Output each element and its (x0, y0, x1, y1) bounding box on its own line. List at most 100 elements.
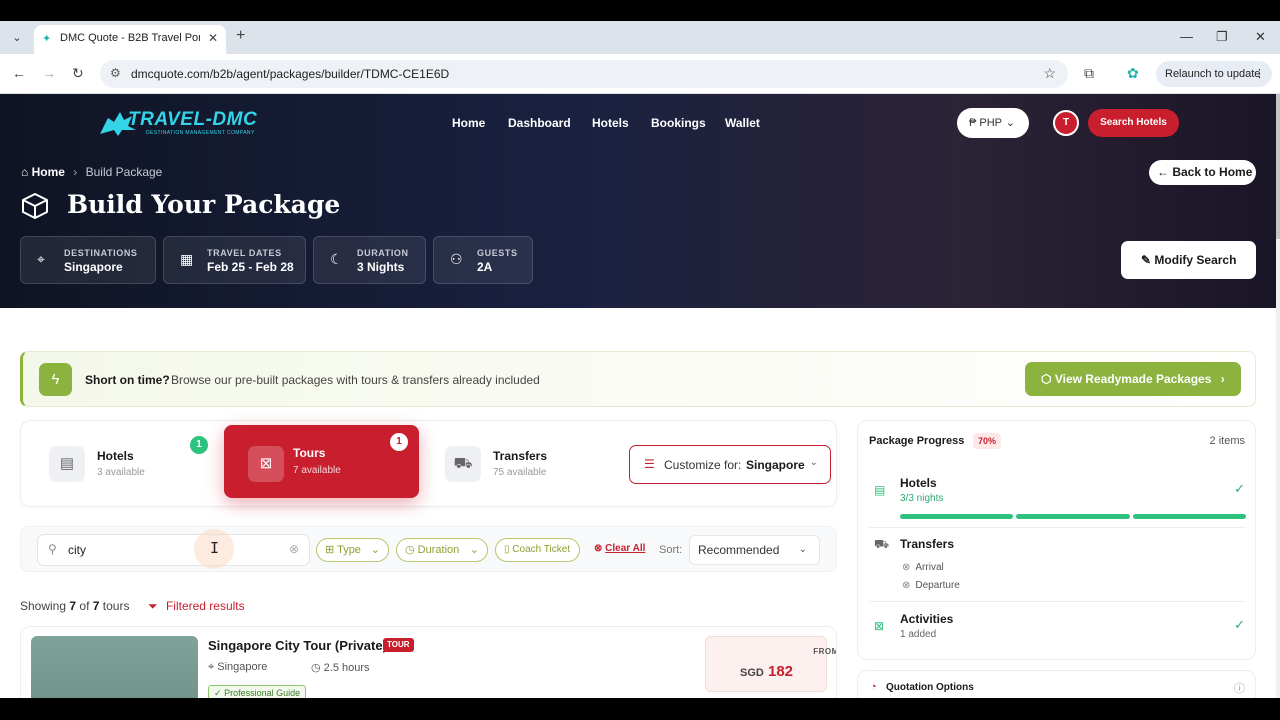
page-title: Build Your Package (67, 190, 341, 219)
extensions-puzzle-icon[interactable]: ⧉ (1084, 65, 1094, 82)
tour-type-badge: TOUR (383, 638, 414, 652)
chevron-down-icon: ⌄ (1005, 117, 1015, 129)
bookmark-star-icon[interactable]: ☆ (1043, 65, 1056, 82)
tour-duration-text: 2.5 hours (323, 662, 370, 674)
price-currency: SGD (740, 667, 764, 679)
tour-location: ⌖ Singapore (208, 661, 267, 674)
check-circle-icon: ✓ (1234, 617, 1245, 632)
window-close-icon[interactable]: ✕ (1255, 29, 1266, 45)
ticket-icon: ▯ (504, 544, 510, 555)
filtered-results-indicator: ⏷ Filtered results (148, 599, 245, 614)
clear-all-button[interactable]: ⊗ Clear All (594, 543, 645, 554)
extension-icon[interactable]: ✿ (1127, 65, 1139, 82)
chip-value: 3 Nights (357, 260, 405, 274)
clear-all-label: Clear All (605, 543, 646, 554)
package-icon: ⬡ (1041, 372, 1052, 386)
user-avatar[interactable]: T (1053, 110, 1079, 136)
category-tours[interactable]: ⊠ Tours 7 available 1 (224, 425, 419, 498)
nav-hotels[interactable]: Hotels (592, 116, 629, 130)
pencil-icon: ✎ (1141, 253, 1152, 267)
total-count: 7 (92, 599, 100, 613)
tour-name[interactable]: Singapore City Tour (Private) (208, 638, 387, 653)
of-text: of (79, 599, 90, 613)
browser-menu-icon[interactable]: ⋮ (1254, 61, 1265, 87)
page-scrollbar-thumb[interactable] (1276, 94, 1280, 239)
clear-search-icon[interactable]: ⊗ (289, 542, 299, 556)
empty-circle-icon: ⊗ (902, 562, 911, 573)
nav-bookings[interactable]: Bookings (651, 116, 706, 130)
destination-chip: ⌖ DESTINATIONS Singapore (20, 236, 156, 284)
chevron-down-icon: ⌄ (469, 544, 479, 556)
location-pin-icon: ⌖ (208, 661, 215, 673)
divider (869, 601, 1246, 602)
new-tab-icon[interactable]: + (236, 27, 245, 45)
sort-select[interactable]: Recommended ⌄ (689, 535, 820, 565)
progress-items-count: 2 items (1209, 435, 1245, 447)
transfer-departure: ⊗ Departure (902, 580, 960, 591)
chevron-down-icon: ⌄ (798, 544, 807, 555)
restore-icon[interactable]: ❐ (1216, 29, 1228, 45)
duration-filter[interactable]: ◷ Duration ⌄ (396, 538, 488, 562)
customize-value: Singapore (746, 458, 805, 472)
hotel-building-icon: ▤ (49, 446, 85, 482)
tab-search-icon[interactable]: ⌄ (8, 29, 26, 47)
text-cursor-icon: I (210, 539, 220, 557)
browser-tabstrip: ⌄ ✦ DMC Quote - B2B Travel Portal ✕ + — … (0, 21, 1280, 54)
site-info-icon[interactable]: ⚙ (110, 66, 121, 80)
duration-chip: ☾ DURATION 3 Nights (313, 236, 426, 284)
customize-for-selector[interactable]: ☰ Customize for: Singapore ⌄ (629, 445, 831, 484)
coach-ticket-filter[interactable]: ▯ Coach Ticket (495, 538, 580, 562)
readymade-banner: ϟ Short on time? Browse our pre-built pa… (20, 351, 1256, 407)
breadcrumb-current: Build Package (85, 165, 163, 179)
hero-header: TRAVEL-DMC DESTINATION MANAGEMENT COMPAN… (0, 94, 1276, 308)
progress-percent-badge: 70% (973, 433, 1002, 449)
category-hotels[interactable]: ▤ Hotels 3 available 1 (25, 425, 221, 498)
transfer-arrival: ⊗ Arrival (902, 562, 944, 573)
currency-selector[interactable]: ₱ PHP ⌄ (957, 108, 1029, 138)
tour-duration: ◷ 2.5 hours (311, 661, 370, 674)
sliders-icon: ☰ (644, 457, 655, 471)
results-suffix: tours (102, 599, 130, 613)
showing-prefix: Showing (20, 599, 67, 613)
results-count: Showing 7 of 7 tours (20, 599, 129, 613)
hotel-progress-segment (900, 514, 1014, 519)
chip-value: Feb 25 - Feb 28 (207, 260, 294, 274)
logo-text: TRAVEL-DMC (128, 109, 258, 130)
address-bar[interactable]: ⚙ dmcquote.com/b2b/agent/packages/builde… (100, 60, 1068, 88)
lightning-icon: ϟ (39, 363, 72, 396)
modify-search-button[interactable]: ✎ Modify Search (1121, 241, 1256, 279)
category-name: Hotels (97, 449, 134, 463)
forward-arrow-icon[interactable]: → (42, 65, 56, 81)
nav-dashboard[interactable]: Dashboard (508, 116, 571, 130)
tour-search-box[interactable]: ⚲ ⊗ (37, 534, 310, 566)
type-filter[interactable]: ⊞ Type ⌄ (316, 538, 389, 562)
back-to-home-button[interactable]: ← Back to Home (1149, 160, 1256, 185)
progress-activities-sub: 1 added (900, 629, 937, 640)
tab-close-icon[interactable]: ✕ (208, 31, 218, 45)
back-arrow-icon[interactable]: ← (12, 65, 26, 81)
package-progress-panel: Package Progress 70% 2 items ▤ Hotels 3/… (857, 420, 1256, 660)
search-hotels-button[interactable]: Search Hotels (1088, 109, 1179, 137)
divider (869, 527, 1246, 528)
minimize-icon[interactable]: — (1180, 29, 1193, 44)
relaunch-button[interactable]: Relaunch to update ⋮ (1156, 61, 1272, 87)
calendar-icon: ▦ (180, 251, 194, 267)
tour-search-input[interactable] (68, 541, 268, 559)
empty-circle-icon: ⊗ (902, 580, 911, 591)
nav-wallet[interactable]: Wallet (725, 116, 760, 130)
info-icon[interactable]: ⓘ (1234, 680, 1245, 696)
customize-label: Customize for: (664, 458, 742, 472)
guests-chip: ⚇ GUESTS 2A (433, 236, 533, 284)
breadcrumb-home[interactable]: Home (32, 165, 65, 179)
logo-subtext: DESTINATION MANAGEMENT COMPANY (146, 130, 255, 136)
moon-icon: ☾ (330, 251, 343, 267)
view-readymade-packages-button[interactable]: ⬡ View Readymade Packages › (1025, 362, 1241, 396)
price-value: 182 (768, 663, 794, 680)
category-transfers[interactable]: ⛟ Transfers 75 available (421, 425, 621, 498)
reload-icon[interactable]: ↻ (72, 65, 84, 82)
category-name: Tours (293, 446, 326, 460)
check-circle-icon: ✓ (1234, 481, 1245, 496)
nav-home[interactable]: Home (452, 116, 485, 130)
browser-tab[interactable]: ✦ DMC Quote - B2B Travel Portal ✕ (34, 25, 226, 54)
arrow-left-icon: ← (1157, 165, 1169, 179)
